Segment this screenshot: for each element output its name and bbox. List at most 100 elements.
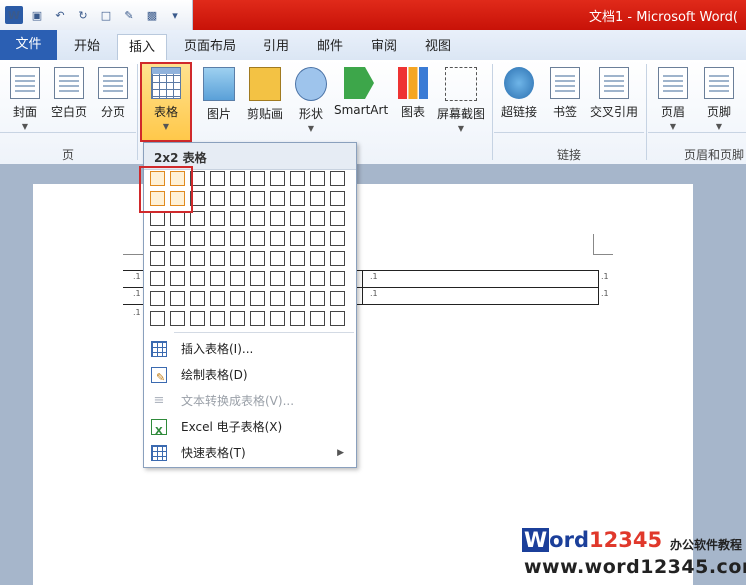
blank-page-button[interactable]: 空白页 xyxy=(46,62,92,136)
grid-cell[interactable] xyxy=(330,171,345,186)
grid-cell[interactable] xyxy=(310,231,325,246)
grid-cell[interactable] xyxy=(230,211,245,226)
grid-cell[interactable] xyxy=(170,251,185,266)
grid-cell[interactable] xyxy=(330,211,345,226)
tab-references[interactable]: 引用 xyxy=(254,36,298,58)
grid-cell[interactable] xyxy=(210,311,225,326)
grid-cell[interactable] xyxy=(290,251,305,266)
header-button[interactable]: 页眉 ▼ xyxy=(650,62,696,136)
hyperlink-button[interactable]: 超链接 xyxy=(496,62,542,136)
grid-cell[interactable] xyxy=(310,291,325,306)
grid-cell[interactable] xyxy=(250,311,265,326)
grid-cell[interactable] xyxy=(290,231,305,246)
grid-cell[interactable] xyxy=(330,291,345,306)
grid-cell[interactable] xyxy=(210,171,225,186)
grid-cell[interactable] xyxy=(210,211,225,226)
grid-cell[interactable] xyxy=(290,271,305,286)
grid-cell[interactable] xyxy=(190,311,205,326)
grid-cell[interactable] xyxy=(270,211,285,226)
word-logo-icon[interactable]: W xyxy=(5,6,23,24)
grid-cell[interactable] xyxy=(250,271,265,286)
grid-cell[interactable] xyxy=(330,191,345,206)
grid-cell[interactable] xyxy=(290,311,305,326)
grid-cell[interactable] xyxy=(230,251,245,266)
grid-cell[interactable] xyxy=(230,311,245,326)
new-document-icon[interactable]: □ xyxy=(97,6,115,24)
grid-cell[interactable] xyxy=(310,211,325,226)
grid-cell[interactable] xyxy=(330,231,345,246)
grid-cell[interactable] xyxy=(290,291,305,306)
smartart-button[interactable]: SmartArt xyxy=(334,62,388,136)
save-icon[interactable]: ▣ xyxy=(28,6,46,24)
grid-cell[interactable] xyxy=(210,271,225,286)
grid-cell[interactable] xyxy=(170,311,185,326)
grid-cell[interactable] xyxy=(230,191,245,206)
grid-cell[interactable] xyxy=(290,171,305,186)
grid-cell[interactable] xyxy=(250,291,265,306)
grid-cell[interactable] xyxy=(270,311,285,326)
redo-icon[interactable]: ↻ xyxy=(74,6,92,24)
page-break-button[interactable]: 分页 xyxy=(90,62,136,136)
grid-cell[interactable] xyxy=(250,231,265,246)
grid-cell[interactable] xyxy=(310,251,325,266)
grid-cell[interactable] xyxy=(250,251,265,266)
picture-button[interactable]: 图片 xyxy=(196,62,242,136)
grid-cell[interactable] xyxy=(310,171,325,186)
grid-cell[interactable] xyxy=(250,211,265,226)
grid-cell[interactable] xyxy=(210,291,225,306)
grid-cell[interactable] xyxy=(190,231,205,246)
cross-reference-button[interactable]: 交叉引用 xyxy=(588,62,640,136)
grid-cell[interactable] xyxy=(330,271,345,286)
grid-cell[interactable] xyxy=(310,271,325,286)
grid-cell[interactable] xyxy=(270,291,285,306)
grid-cell[interactable] xyxy=(170,291,185,306)
grid-cell[interactable] xyxy=(170,211,185,226)
grid-cell[interactable] xyxy=(190,211,205,226)
grid-cell[interactable] xyxy=(290,211,305,226)
grid-cell[interactable] xyxy=(270,251,285,266)
grid-cell[interactable] xyxy=(150,231,165,246)
grid-cell[interactable] xyxy=(190,291,205,306)
tab-review[interactable]: 审阅 xyxy=(362,36,406,58)
grid-cell[interactable] xyxy=(170,231,185,246)
bookmark-button[interactable]: 书签 xyxy=(542,62,588,136)
screenshot-button[interactable]: 屏幕截图 ▼ xyxy=(434,62,488,136)
grid-cell[interactable] xyxy=(290,191,305,206)
table-button[interactable]: 表格 ▼ xyxy=(143,62,189,136)
undo-icon[interactable]: ↶ xyxy=(51,6,69,24)
grid-cell[interactable] xyxy=(310,311,325,326)
grid-cell[interactable] xyxy=(150,251,165,266)
grid-cell[interactable] xyxy=(210,251,225,266)
grid-cell[interactable] xyxy=(310,191,325,206)
menu-quick-tables[interactable]: 快速表格(T) ▶ xyxy=(144,441,354,465)
grid-cell[interactable] xyxy=(210,231,225,246)
tab-view[interactable]: 视图 xyxy=(416,36,460,58)
tab-mailings[interactable]: 邮件 xyxy=(308,36,352,58)
grid-cell[interactable] xyxy=(190,271,205,286)
cover-page-button[interactable]: 封面 ▼ xyxy=(2,62,48,136)
format-painter-icon[interactable]: ✎ xyxy=(120,6,138,24)
grid-cell[interactable] xyxy=(150,291,165,306)
grid-cell[interactable] xyxy=(330,311,345,326)
shapes-button[interactable]: 形状 ▼ xyxy=(288,62,334,136)
grid-cell[interactable] xyxy=(190,251,205,266)
grid-cell[interactable] xyxy=(230,271,245,286)
grid-cell[interactable] xyxy=(150,271,165,286)
grid-cell[interactable] xyxy=(250,191,265,206)
picture-icon[interactable]: ▩ xyxy=(143,6,161,24)
grid-cell[interactable] xyxy=(230,171,245,186)
customize-toolbar-icon[interactable]: ▾ xyxy=(166,6,184,24)
document-page[interactable]: .1 .1 .1 .1 .1 .1 .1 xyxy=(33,184,693,585)
grid-cell[interactable] xyxy=(270,271,285,286)
tab-page-layout[interactable]: 页面布局 xyxy=(178,36,242,58)
grid-cell[interactable] xyxy=(270,231,285,246)
grid-cell[interactable] xyxy=(330,251,345,266)
menu-draw-table[interactable]: ✎ 绘制表格(D) xyxy=(144,363,354,387)
footer-button[interactable]: 页脚 ▼ xyxy=(696,62,742,136)
tab-insert[interactable]: 插入 xyxy=(117,34,167,61)
grid-cell[interactable] xyxy=(150,311,165,326)
tab-file[interactable]: 文件 xyxy=(0,30,57,60)
grid-cell[interactable] xyxy=(250,171,265,186)
grid-cell[interactable] xyxy=(270,191,285,206)
clipart-button[interactable]: 剪贴画 xyxy=(242,62,288,136)
